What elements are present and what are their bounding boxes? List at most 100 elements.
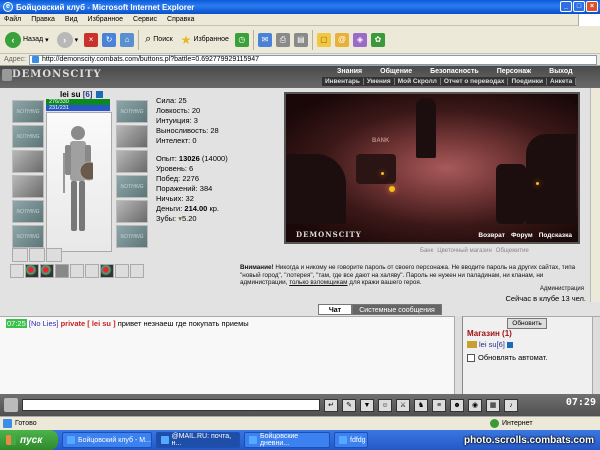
belt-slot[interactable] xyxy=(10,264,24,278)
equipment-slot-ring[interactable]: NOTHING xyxy=(116,175,148,198)
equipment-slot-earrings[interactable]: NOTHING xyxy=(116,100,148,123)
search-button[interactable]: ⌕ Поиск xyxy=(143,29,175,51)
equipment-slot-helmet[interactable]: NOTHING xyxy=(12,100,44,123)
online-user-name[interactable]: lei su[6] xyxy=(479,340,505,349)
belt-slot[interactable] xyxy=(55,264,69,278)
home-icon[interactable]: ⌂ xyxy=(120,32,135,47)
auto-refresh-checkbox[interactable] xyxy=(467,353,475,362)
taskbar-item-diaries[interactable]: Бойцовские дневни... xyxy=(244,432,330,448)
potion-slot[interactable] xyxy=(12,248,28,262)
belt-slot[interactable] xyxy=(100,264,114,278)
belt-slot[interactable] xyxy=(130,264,144,278)
tab-system-messages[interactable]: Системные сообщения xyxy=(352,304,442,315)
auto-refresh-option[interactable]: Обновлять автомат. xyxy=(467,353,547,362)
belt-slot[interactable] xyxy=(40,264,54,278)
history-icon[interactable]: ◷ xyxy=(234,32,249,47)
research-icon[interactable]: ◈ xyxy=(352,32,367,47)
chat-nick[interactable]: [No Lies] xyxy=(29,319,59,328)
location-link-dormitory[interactable]: Общежитие xyxy=(496,248,529,254)
print-icon[interactable]: ⎙ xyxy=(275,32,290,47)
messenger-icon[interactable]: ▢ xyxy=(316,32,331,47)
start-button[interactable]: пуск xyxy=(0,430,58,450)
sound-icon[interactable]: ♪ xyxy=(504,398,518,412)
location-link-bank[interactable]: Банк xyxy=(420,248,433,254)
taskbar-item-mail[interactable]: @MAIL.RU: почта, н... xyxy=(156,432,240,448)
equipment-slot-extra[interactable]: NOTHING xyxy=(116,225,148,248)
dropdown-arrow-icon[interactable]: ▾ xyxy=(75,36,79,44)
stop-icon[interactable]: × xyxy=(84,32,99,47)
nav-character[interactable]: Персонаж xyxy=(488,68,540,75)
minimize-button[interactable]: _ xyxy=(560,1,572,12)
nav-communication[interactable]: Общение xyxy=(371,68,421,75)
equipment-slot-belt[interactable]: NOTHING xyxy=(12,200,44,223)
belt-slot[interactable] xyxy=(25,264,39,278)
fight-icon[interactable]: ⚔ xyxy=(396,398,410,412)
game-location-scene[interactable]: BANK DEMONSCITY Возврат Форум Подсказка xyxy=(284,92,580,244)
potion-slot[interactable] xyxy=(29,248,45,262)
taskbar-item-ie[interactable]: Бойцовский клуб - M... xyxy=(62,432,152,448)
equipment-slot-weapon[interactable] xyxy=(12,150,44,173)
side-scrollbar[interactable] xyxy=(592,317,600,395)
subnav-fights[interactable]: Поединки xyxy=(508,78,548,85)
scroll-icon[interactable]: ≡ xyxy=(432,398,446,412)
subnav-inventory[interactable]: Инвентарь xyxy=(322,78,364,85)
menu-edit[interactable]: Правка xyxy=(31,16,55,23)
online-user[interactable]: lei su[6] xyxy=(467,340,513,349)
scene-link-forum[interactable]: Форум xyxy=(511,232,533,239)
tab-chat[interactable]: Чат xyxy=(318,304,352,315)
filter-icon[interactable]: ▼ xyxy=(360,398,374,412)
main-scrollbar[interactable] xyxy=(590,88,600,302)
translate-icon[interactable]: ▦ xyxy=(486,398,500,412)
subnav-profile[interactable]: Анкета xyxy=(547,78,577,85)
bank-building[interactable] xyxy=(356,154,396,184)
address-input[interactable]: http://demonscity.combats.com/buttons.pl… xyxy=(28,54,597,65)
belt-slot[interactable] xyxy=(115,264,129,278)
users-icon[interactable]: ☺ xyxy=(378,398,392,412)
forward-button[interactable]: › ▾ xyxy=(55,29,81,51)
chat-input[interactable] xyxy=(22,399,320,411)
nav-exit[interactable]: Выход xyxy=(540,68,581,75)
menu-favorites[interactable]: Избранное xyxy=(88,16,123,23)
equipment-slot-armor[interactable] xyxy=(12,175,44,198)
subnav-my-scroll[interactable]: Мой Скролл xyxy=(395,78,441,85)
edit-icon[interactable]: ▤ xyxy=(293,32,308,47)
mail-icon[interactable]: ✉ xyxy=(257,32,272,47)
options-icon[interactable] xyxy=(4,398,18,412)
clear-icon[interactable]: ✎ xyxy=(342,398,356,412)
info-icon[interactable] xyxy=(95,91,103,99)
back-button[interactable]: ‹ Назад ▾ xyxy=(3,29,51,51)
nav-knowledge[interactable]: Знания xyxy=(328,68,371,75)
dropdown-arrow-icon[interactable]: ▾ xyxy=(45,36,49,44)
character-avatar[interactable] xyxy=(46,112,112,252)
menu-tools[interactable]: Сервис xyxy=(133,16,157,23)
smile-icon[interactable]: ☻ xyxy=(450,398,464,412)
belt-slot[interactable] xyxy=(85,264,99,278)
menu-help[interactable]: Справка xyxy=(167,16,194,23)
walk-icon[interactable]: ♞ xyxy=(414,398,428,412)
info-icon[interactable] xyxy=(506,341,513,348)
flower-icon[interactable]: ✿ xyxy=(370,32,385,47)
subnav-skills[interactable]: Умения xyxy=(364,78,395,85)
menu-view[interactable]: Вид xyxy=(65,16,78,23)
nav-security[interactable]: Безопасность xyxy=(421,68,488,75)
character-name[interactable]: lei su [6] xyxy=(60,90,103,99)
menu-file[interactable]: Файл xyxy=(4,16,21,23)
refresh-icon[interactable]: ↻ xyxy=(102,32,117,47)
chat-scrollbar[interactable] xyxy=(454,316,462,394)
warning-link[interactable]: только взломщикам xyxy=(289,279,347,286)
maximize-button[interactable]: □ xyxy=(573,1,585,12)
potion-slot[interactable] xyxy=(46,248,62,262)
equipment-slot-bracer[interactable] xyxy=(116,125,148,148)
chat-private[interactable]: private [ lei su ] xyxy=(61,319,116,328)
belt-slot[interactable] xyxy=(70,264,84,278)
equipment-slot-gloves[interactable]: NOTHING xyxy=(12,225,44,248)
equipment-slot-amulet[interactable]: NOTHING xyxy=(12,125,44,148)
scene-link-return[interactable]: Возврат xyxy=(478,232,505,239)
at-mail-icon[interactable]: @ xyxy=(334,32,349,47)
favorites-button[interactable]: ★ Избранное xyxy=(179,29,231,51)
subnav-transfer-report[interactable]: Отчет о переводах xyxy=(441,78,509,85)
refresh-button[interactable]: Обновить xyxy=(507,318,547,329)
scene-link-hint[interactable]: Подсказка xyxy=(539,232,572,239)
equipment-slot-boots[interactable] xyxy=(116,200,148,223)
emoticon-icon[interactable]: ◉ xyxy=(468,398,482,412)
